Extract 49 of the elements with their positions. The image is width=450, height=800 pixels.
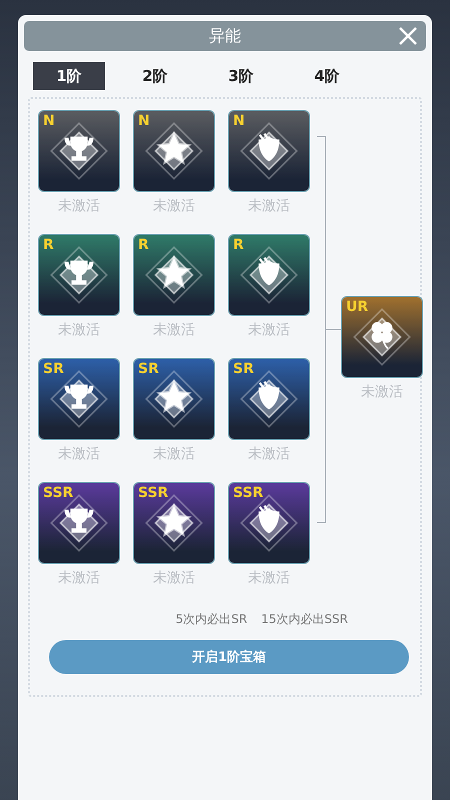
ability-card[interactable]: N	[39, 111, 119, 191]
grade-label: R	[233, 237, 244, 253]
status-label: 未激活	[58, 445, 100, 463]
status-label: 未激活	[248, 197, 290, 215]
grade-label: UR	[346, 299, 368, 315]
grade-label: N	[138, 113, 150, 129]
ability-card[interactable]: N	[134, 111, 214, 191]
grade-label: SR	[43, 361, 64, 377]
grade-label: N	[43, 113, 55, 129]
ability-card[interactable]: UR	[342, 297, 422, 377]
tier-tab[interactable]: 2阶	[119, 62, 191, 90]
status-label: 未激活	[248, 321, 290, 339]
status-label: 未激活	[58, 197, 100, 215]
status-label: 未激活	[153, 445, 195, 463]
status-label: 未激活	[361, 383, 403, 401]
ability-card[interactable]: R	[39, 235, 119, 315]
grade-label: SR	[138, 361, 159, 377]
ability-card[interactable]: SSR	[39, 483, 119, 563]
close-icon[interactable]	[398, 26, 418, 46]
tier-tab[interactable]: 3阶	[205, 62, 277, 90]
status-label: 未激活	[248, 569, 290, 587]
grade-label: SSR	[43, 485, 74, 501]
hint-text: 5次内必出SR	[176, 611, 248, 628]
status-label: 未激活	[153, 197, 195, 215]
status-label: 未激活	[58, 321, 100, 339]
grade-label: SSR	[138, 485, 168, 501]
ability-card[interactable]: SR	[229, 359, 309, 439]
status-label: 未激活	[153, 569, 195, 587]
ability-card[interactable]: SR	[134, 359, 214, 439]
grade-label: SR	[233, 361, 254, 377]
tier-tab[interactable]: 1阶	[33, 62, 105, 90]
ability-card[interactable]: SSR	[229, 483, 309, 563]
open-chest-button[interactable]: 开启1阶宝箱	[49, 640, 409, 674]
dialog-title: 异能	[209, 26, 241, 46]
connector-line	[326, 328, 342, 330]
grade-label: SSR	[233, 485, 264, 501]
ability-card[interactable]: SSR	[134, 483, 214, 563]
status-label: 未激活	[248, 445, 290, 463]
ability-card[interactable]: R	[229, 235, 309, 315]
status-label: 未激活	[58, 569, 100, 587]
ability-card[interactable]: SR	[39, 359, 119, 439]
ability-card[interactable]: R	[134, 235, 214, 315]
status-label: 未激活	[153, 321, 195, 339]
hint-text: 15次内必出SSR	[261, 611, 348, 628]
tier-tab[interactable]: 4阶	[291, 62, 363, 90]
ability-card[interactable]: N	[229, 111, 309, 191]
grade-label: R	[43, 237, 54, 253]
grade-label: R	[138, 237, 149, 253]
grade-label: N	[233, 113, 245, 129]
